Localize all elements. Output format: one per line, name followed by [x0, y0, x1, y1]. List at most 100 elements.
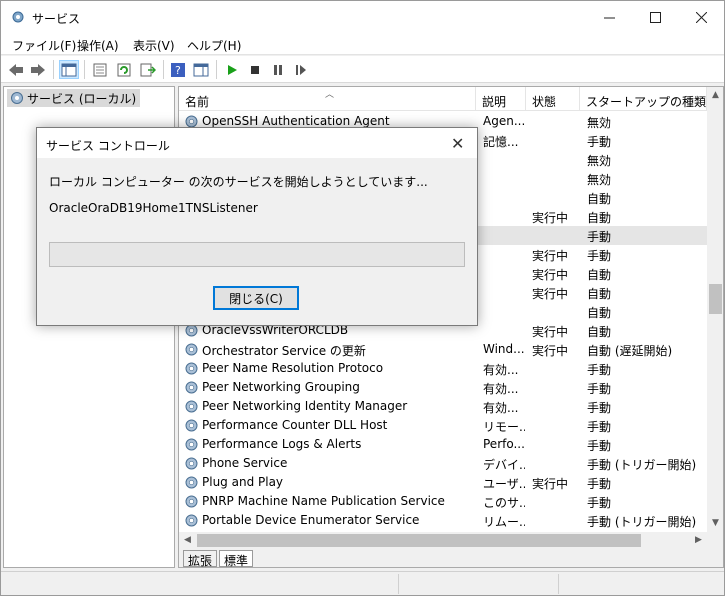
table-row[interactable]: Performance Logs & Alerts Perfo... 手動: [179, 435, 707, 454]
table-row[interactable]: Peer Networking Grouping 有効... 手動: [179, 378, 707, 397]
menu-action[interactable]: 操作(A): [77, 37, 119, 54]
pause-icon: [274, 64, 282, 75]
service-description: 記憶...: [483, 135, 519, 149]
close-dialog-button[interactable]: 閉じる(C): [213, 286, 299, 310]
tree-item-services-local[interactable]: サービス (ローカル): [7, 89, 141, 107]
start-service-button[interactable]: [222, 60, 242, 79]
horizontal-scrollbar[interactable]: ◀ ▶: [179, 532, 707, 549]
service-name: PNRP Machine Name Publication Service: [202, 494, 445, 508]
service-gear-icon: [185, 495, 198, 508]
service-status: 実行中: [532, 249, 569, 263]
scroll-up-icon[interactable]: ▲: [707, 87, 723, 104]
service-startup-type: 手動: [587, 363, 612, 377]
service-name: Phone Service: [202, 456, 288, 470]
minimize-button[interactable]: [586, 1, 632, 33]
table-row[interactable]: Peer Name Resolution Protoco 有効... 手動: [179, 359, 707, 378]
services-window: サービス ファイル(F) 操作(A) 表示(V) ヘルプ(H) ? サービス (…: [0, 0, 725, 596]
table-row[interactable]: Plug and Play ユーザ... 実行中 手動: [179, 473, 707, 492]
export-list-button[interactable]: [138, 60, 158, 79]
service-startup-type: 手動: [587, 496, 612, 510]
export-icon: [140, 63, 156, 76]
pause-service-button[interactable]: [268, 60, 288, 79]
restart-icon: [296, 64, 306, 75]
service-gear-icon: [185, 343, 198, 356]
service-startup-type: 無効: [587, 116, 612, 130]
properties-icon: [93, 63, 107, 76]
restart-service-button[interactable]: [291, 60, 311, 79]
service-gear-icon: [185, 400, 198, 413]
table-row[interactable]: Orchestrator Service の更新 Wind... 実行中 自動 (遅延…: [179, 340, 707, 359]
action-pane-button[interactable]: [191, 60, 211, 79]
service-description: リモー...: [483, 420, 525, 434]
toolbar-separator: [84, 60, 85, 79]
service-gear-icon: [185, 381, 198, 394]
service-description: Perfo...: [483, 437, 525, 451]
refresh-button[interactable]: [114, 60, 134, 79]
back-arrow-icon: [9, 63, 23, 76]
sort-ascending-icon: ︿: [325, 90, 335, 100]
status-segment: [398, 574, 558, 594]
scroll-down-icon[interactable]: ▼: [707, 515, 723, 532]
column-description[interactable]: 説明: [476, 87, 526, 111]
table-row[interactable]: Portable Device Enumerator Service リムー...…: [179, 511, 707, 530]
status-bar: [1, 571, 724, 595]
properties-button[interactable]: [90, 60, 110, 79]
menu-view[interactable]: 表示(V): [133, 37, 175, 54]
menu-bar: ファイル(F) 操作(A) 表示(V) ヘルプ(H): [1, 33, 724, 55]
minimize-icon: [603, 17, 615, 18]
horizontal-scroll-thumb[interactable]: [197, 534, 641, 547]
menu-file[interactable]: ファイル(F): [12, 37, 76, 54]
service-startup-type: 手動: [587, 230, 612, 244]
column-status[interactable]: 状態: [526, 87, 580, 111]
service-gear-icon: [185, 362, 198, 375]
service-description: 有効...: [483, 401, 519, 415]
table-row[interactable]: Peer Networking Identity Manager 有効... 手動: [179, 397, 707, 416]
dialog-close-icon[interactable]: ✕: [451, 134, 464, 153]
table-row[interactable]: Phone Service デバイ... 手動 (トリガー開始): [179, 454, 707, 473]
table-row[interactable]: Performance Counter DLL Host リモー... 手動: [179, 416, 707, 435]
service-startup-type: 自動: [587, 306, 612, 320]
dialog-service-name: OracleOraDB19Home1TNSListener: [49, 201, 258, 215]
toolbar-separator: [216, 60, 217, 79]
service-startup-type: 手動: [587, 439, 612, 453]
close-window-button[interactable]: [678, 1, 724, 33]
stop-service-button[interactable]: [245, 60, 265, 79]
table-row[interactable]: PNRP Machine Name Publication Service このサ…: [179, 492, 707, 511]
service-name: Plug and Play: [202, 475, 284, 489]
scroll-left-icon[interactable]: ◀: [179, 532, 196, 549]
service-startup-type: 無効: [587, 154, 612, 168]
help-button[interactable]: ?: [168, 60, 188, 79]
back-button[interactable]: [6, 60, 26, 79]
service-control-dialog: サービス コントロール ✕ ローカル コンピューター の次のサービスを開始しよう…: [36, 127, 478, 326]
tab-standard[interactable]: 標準: [219, 550, 254, 567]
play-icon: [228, 64, 237, 75]
service-gear-icon: [185, 476, 198, 489]
service-status: 実行中: [532, 268, 569, 282]
service-name: Peer Networking Grouping: [202, 380, 360, 394]
service-description: デバイ...: [483, 458, 525, 472]
column-startup-type[interactable]: スタートアップの種類: [580, 87, 707, 111]
show-hide-console-tree-button[interactable]: [59, 60, 79, 79]
menu-help[interactable]: ヘルプ(H): [187, 37, 241, 54]
service-description: 有効...: [483, 363, 519, 377]
service-name: Peer Networking Identity Manager: [202, 399, 408, 413]
toolbar: ?: [1, 56, 724, 83]
svg-text:?: ?: [175, 64, 181, 77]
service-name: Orchestrator Service の更新: [202, 344, 366, 358]
forward-button[interactable]: [28, 60, 48, 79]
vertical-scrollbar[interactable]: ▲ ▼: [707, 87, 723, 532]
status-segment: [558, 574, 724, 594]
scrollbar-corner: [707, 532, 723, 549]
service-name: Performance Counter DLL Host: [202, 418, 388, 432]
maximize-button[interactable]: [632, 1, 678, 33]
title-bar: サービス: [1, 1, 724, 33]
toolbar-separator: [163, 60, 164, 79]
action-pane-icon: [193, 63, 209, 76]
scroll-right-icon[interactable]: ▶: [690, 532, 707, 549]
service-startup-type: 自動: [587, 211, 612, 225]
service-description: Wind...: [483, 342, 525, 356]
service-gear-icon: [185, 438, 198, 451]
tab-extended[interactable]: 拡張: [183, 550, 218, 567]
vertical-scroll-thumb[interactable]: [709, 284, 722, 314]
tree-item-label: サービス (ローカル): [27, 91, 137, 106]
